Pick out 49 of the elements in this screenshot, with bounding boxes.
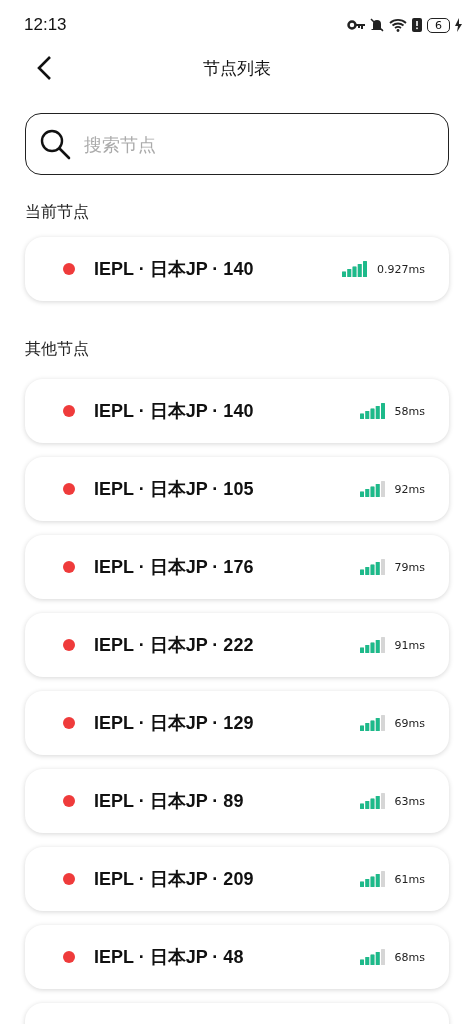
node-card[interactable]: IEPL · 日本JP · 89 63ms (25, 769, 449, 833)
search-field[interactable]: 搜索节点 (25, 113, 449, 175)
latency-text: 63ms (394, 794, 425, 808)
node-card[interactable]: IEPL · 日本JP · 140 0.927ms (25, 237, 449, 301)
signal-icon (359, 637, 385, 653)
node-name: IEPL · 日本JP · 222 (94, 634, 255, 657)
battery-level: 6 (427, 17, 450, 33)
signal-icon (359, 403, 385, 419)
latency-text: 58ms (394, 404, 425, 418)
section-heading: 当前节点 (25, 202, 90, 223)
node-card[interactable]: IEPL · 日本JP · 48 68ms (25, 925, 449, 989)
node-name: IEPL · 日本JP · 140 (94, 400, 255, 423)
search-icon (39, 128, 71, 160)
signal-icon (359, 793, 385, 809)
node-name: IEPL · 日本JP · 89 (94, 790, 245, 813)
node-card[interactable]: IEPL · 日本JP · 140 58ms (25, 379, 449, 443)
latency-text: 68ms (394, 950, 425, 964)
sim-alert-icon (412, 18, 422, 32)
node-card[interactable]: IEPL · 日本JP · 222 91ms (25, 613, 449, 677)
signal-icon (342, 261, 368, 277)
signal-icon (359, 559, 385, 575)
node-name: IEPL · 日本JP · 176 (94, 556, 255, 579)
node-card[interactable]: IEPL · 日本JP · 209 61ms (25, 847, 449, 911)
latency-text: 92ms (394, 482, 425, 496)
muted-bell-icon (370, 18, 384, 32)
node-name: IEPL · 日本JP · 48 (94, 946, 245, 969)
signal-icon (359, 871, 385, 887)
latency-text: 0.927ms (377, 262, 425, 276)
node-name: IEPL · 日本JP · 140 (94, 258, 255, 281)
latency-text: 91ms (394, 638, 425, 652)
node-name: IEPL · 日本JP · 105 (94, 478, 255, 501)
signal-icon (359, 481, 385, 497)
latency-text: 79ms (394, 560, 425, 574)
back-icon[interactable] (36, 55, 52, 81)
signal-icon (359, 949, 385, 965)
node-card[interactable]: IEPL · 日本JP · 105 92ms (25, 457, 449, 521)
latency-text: 61ms (394, 872, 425, 886)
charging-icon (455, 18, 462, 32)
node-name: IEPL · 日本JP · 129 (94, 712, 255, 735)
node-card[interactable]: IEPL · 日本JP · 129 69ms (25, 691, 449, 755)
node-name: IEPL · 日本JP · 209 (94, 868, 255, 891)
status-time: 12:13 (24, 15, 67, 35)
key-icon (347, 20, 365, 30)
page-title: 节点列表 (203, 56, 271, 80)
node-card[interactable]: IEPL · 日本JP · 176 79ms (25, 535, 449, 599)
latency-text: 69ms (394, 716, 425, 730)
wifi-icon (389, 18, 407, 32)
signal-icon (359, 715, 385, 731)
section-heading: 其他节点 (25, 339, 90, 360)
